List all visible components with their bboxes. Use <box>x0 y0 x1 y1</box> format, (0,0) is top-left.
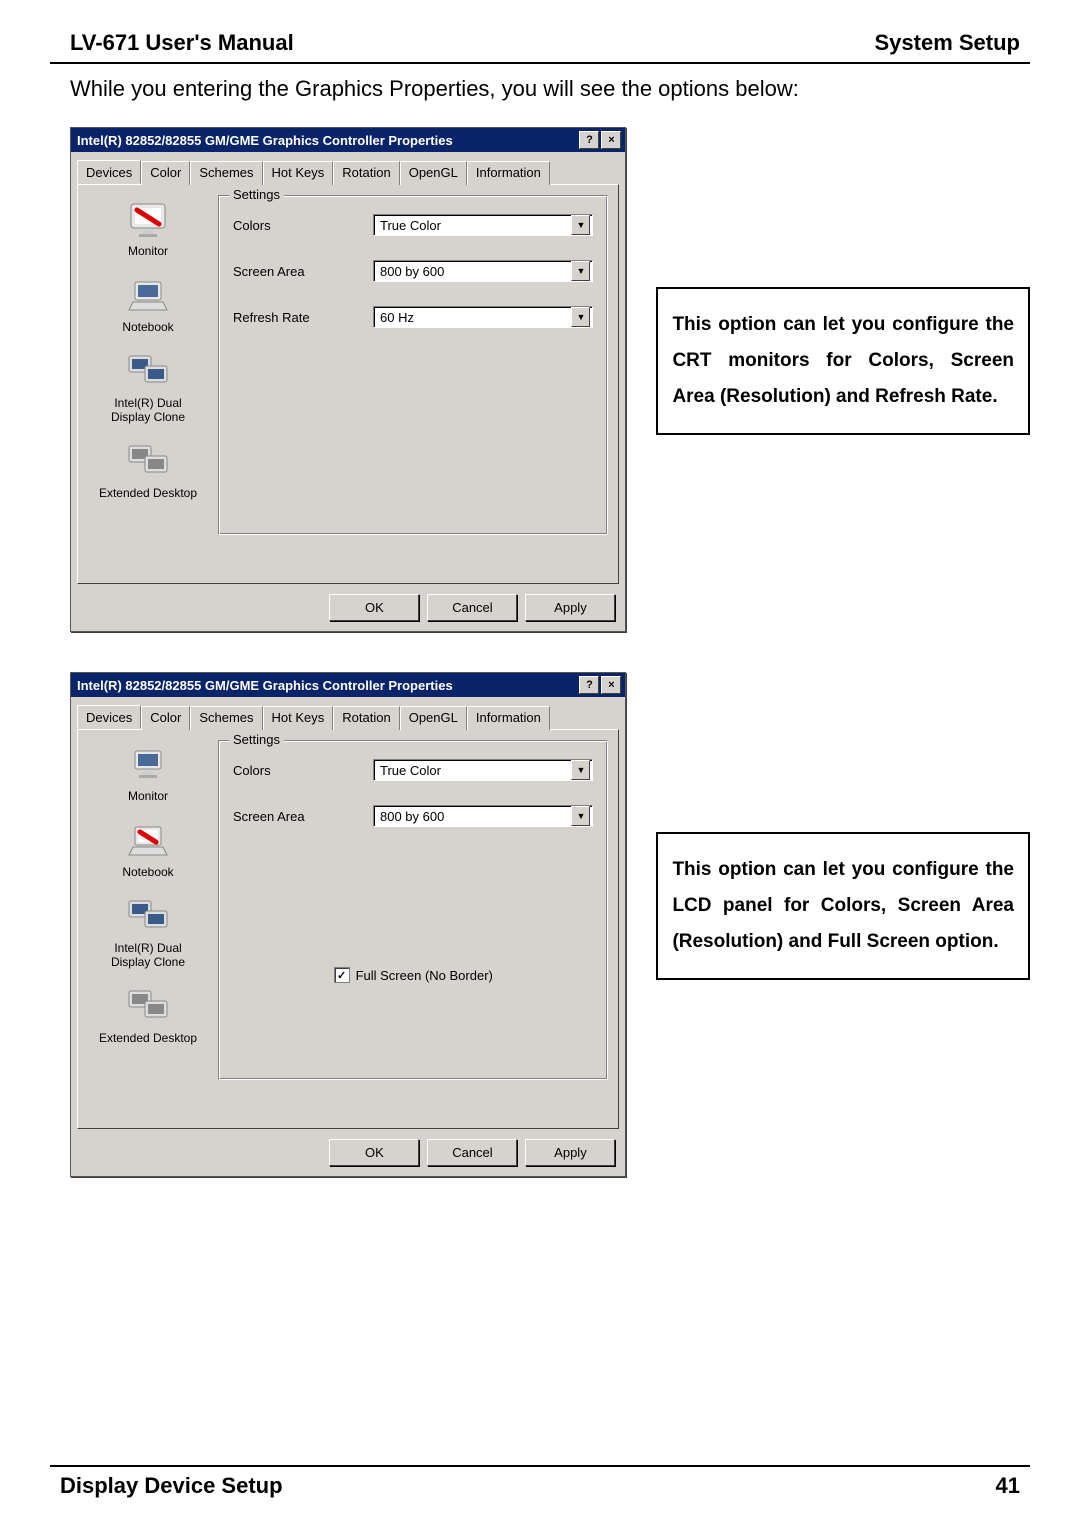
settings-group: Settings Colors True Color ▼ Screen Area <box>218 195 608 535</box>
graphics-properties-dialog-notebook: Intel(R) 82852/82855 GM/GME Graphics Con… <box>70 672 626 1177</box>
dual-display-icon <box>125 352 171 392</box>
tabs: Devices Color Schemes Hot Keys Rotation … <box>77 705 619 729</box>
tab-color[interactable]: Color <box>141 161 190 185</box>
refresh-rate-label: Refresh Rate <box>233 310 373 325</box>
device-extended-label: Extended Desktop <box>93 1031 203 1045</box>
window-title: Intel(R) 82852/82855 GM/GME Graphics Con… <box>75 678 577 693</box>
refresh-rate-select[interactable]: 60 Hz ▼ <box>373 306 593 328</box>
device-extended-desktop[interactable]: Extended Desktop <box>93 987 203 1045</box>
tab-schemes[interactable]: Schemes <box>190 161 262 185</box>
device-monitor-label: Monitor <box>93 244 203 258</box>
device-dual-label: Intel(R) Dual Display Clone <box>93 396 203 424</box>
settings-legend: Settings <box>229 187 284 202</box>
monitor-icon <box>125 745 171 785</box>
colors-value: True Color <box>380 763 441 778</box>
screen-area-select[interactable]: 800 by 600 ▼ <box>373 805 593 827</box>
extended-desktop-icon <box>125 987 171 1027</box>
fullscreen-checkbox[interactable]: ✓ <box>334 967 350 983</box>
header-divider <box>50 62 1030 64</box>
colors-value: True Color <box>380 218 441 233</box>
close-button[interactable]: × <box>601 676 621 694</box>
tab-information[interactable]: Information <box>467 706 550 730</box>
callout-monitor: This option can let you configure the CR… <box>656 287 1030 435</box>
tab-hotkeys[interactable]: Hot Keys <box>263 161 334 185</box>
device-extended-label: Extended Desktop <box>93 486 203 500</box>
titlebar: Intel(R) 82852/82855 GM/GME Graphics Con… <box>71 128 625 152</box>
apply-button[interactable]: Apply <box>525 594 615 621</box>
callout-notebook: This option can let you configure the LC… <box>656 832 1030 980</box>
fullscreen-label: Full Screen (No Border) <box>356 968 493 983</box>
page-number: 41 <box>996 1473 1020 1499</box>
device-dual-label: Intel(R) Dual Display Clone <box>93 941 203 969</box>
device-sidebar: Monitor Notebook Intel(R) <box>88 195 208 573</box>
section-title: System Setup <box>875 30 1021 56</box>
tab-information[interactable]: Information <box>467 161 550 185</box>
chevron-down-icon: ▼ <box>571 307 590 327</box>
ok-button[interactable]: OK <box>329 594 419 621</box>
colors-select[interactable]: True Color ▼ <box>373 759 593 781</box>
dual-display-icon <box>125 897 171 937</box>
device-monitor[interactable]: Monitor <box>93 745 203 803</box>
footer-section: Display Device Setup <box>60 1473 283 1499</box>
screen-area-select[interactable]: 800 by 600 ▼ <box>373 260 593 282</box>
ok-button[interactable]: OK <box>329 1139 419 1166</box>
footer-divider <box>50 1465 1030 1467</box>
chevron-down-icon: ▼ <box>571 215 590 235</box>
manual-title: LV-671 User's Manual <box>70 30 294 56</box>
help-button[interactable]: ? <box>579 676 599 694</box>
tab-schemes[interactable]: Schemes <box>190 706 262 730</box>
tab-devices[interactable]: Devices <box>77 160 141 184</box>
notebook-icon <box>125 821 171 861</box>
tab-hotkeys[interactable]: Hot Keys <box>263 706 334 730</box>
device-notebook-label: Notebook <box>93 865 203 879</box>
settings-group: Settings Colors True Color ▼ Screen Area <box>218 740 608 1080</box>
chevron-down-icon: ▼ <box>571 760 590 780</box>
tab-opengl[interactable]: OpenGL <box>400 706 467 730</box>
chevron-down-icon: ▼ <box>571 806 590 826</box>
device-monitor-label: Monitor <box>93 789 203 803</box>
apply-button[interactable]: Apply <box>525 1139 615 1166</box>
screen-area-value: 800 by 600 <box>380 809 444 824</box>
colors-select[interactable]: True Color ▼ <box>373 214 593 236</box>
fullscreen-checkbox-row[interactable]: ✓ Full Screen (No Border) <box>233 967 593 983</box>
intro-text: While you entering the Graphics Properti… <box>50 76 1030 102</box>
close-button[interactable]: × <box>601 131 621 149</box>
device-extended-desktop[interactable]: Extended Desktop <box>93 442 203 500</box>
titlebar: Intel(R) 82852/82855 GM/GME Graphics Con… <box>71 673 625 697</box>
notebook-icon <box>125 276 171 316</box>
screen-area-value: 800 by 600 <box>380 264 444 279</box>
tab-rotation[interactable]: Rotation <box>333 706 399 730</box>
screen-area-label: Screen Area <box>233 264 373 279</box>
tab-color[interactable]: Color <box>141 706 190 730</box>
device-dual-clone[interactable]: Intel(R) Dual Display Clone <box>93 897 203 969</box>
settings-legend: Settings <box>229 732 284 747</box>
tabs: Devices Color Schemes Hot Keys Rotation … <box>77 160 619 184</box>
cancel-button[interactable]: Cancel <box>427 594 517 621</box>
tab-devices[interactable]: Devices <box>77 705 141 729</box>
tab-rotation[interactable]: Rotation <box>333 161 399 185</box>
device-notebook[interactable]: Notebook <box>93 276 203 334</box>
window-title: Intel(R) 82852/82855 GM/GME Graphics Con… <box>75 133 577 148</box>
device-notebook-label: Notebook <box>93 320 203 334</box>
graphics-properties-dialog-monitor: Intel(R) 82852/82855 GM/GME Graphics Con… <box>70 127 626 632</box>
device-monitor[interactable]: Monitor <box>93 200 203 258</box>
cancel-button[interactable]: Cancel <box>427 1139 517 1166</box>
device-sidebar: Monitor Notebook Intel(R) <box>88 740 208 1118</box>
tab-opengl[interactable]: OpenGL <box>400 161 467 185</box>
colors-label: Colors <box>233 763 373 778</box>
colors-label: Colors <box>233 218 373 233</box>
screen-area-label: Screen Area <box>233 809 373 824</box>
chevron-down-icon: ▼ <box>571 261 590 281</box>
extended-desktop-icon <box>125 442 171 482</box>
device-notebook[interactable]: Notebook <box>93 821 203 879</box>
refresh-rate-value: 60 Hz <box>380 310 414 325</box>
help-button[interactable]: ? <box>579 131 599 149</box>
monitor-icon <box>125 200 171 240</box>
device-dual-clone[interactable]: Intel(R) Dual Display Clone <box>93 352 203 424</box>
